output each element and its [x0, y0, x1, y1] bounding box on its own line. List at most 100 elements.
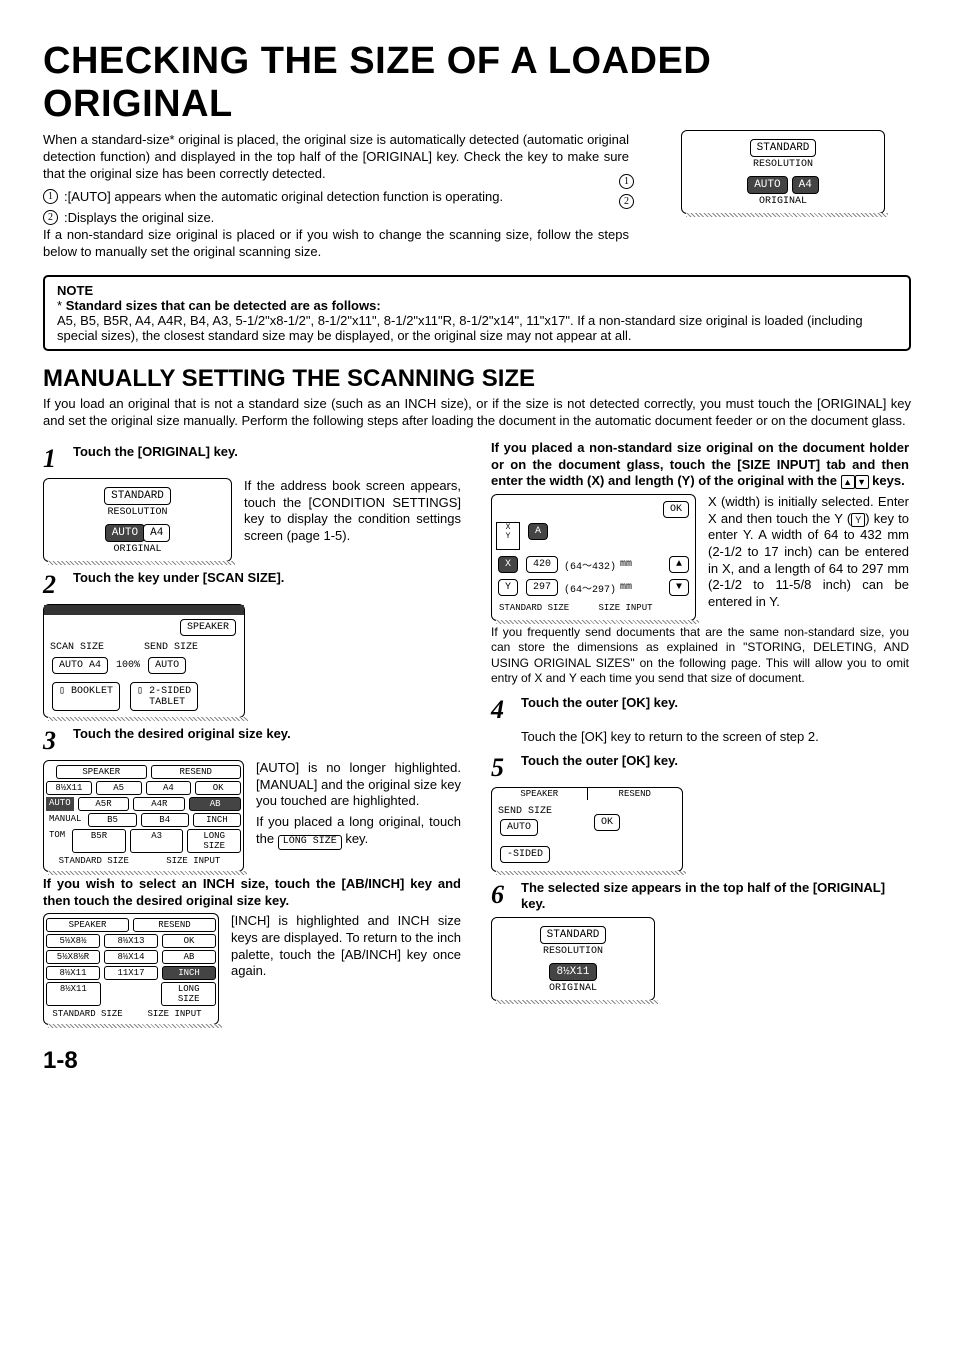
s3-inch[interactable]: INCH — [193, 813, 241, 827]
s3i-resend[interactable]: RESEND — [133, 918, 216, 932]
s5-speaker[interactable]: SPEAKER — [492, 788, 588, 800]
step-4-heading: Touch the outer [OK] key. — [521, 695, 909, 711]
s2-speaker-key[interactable]: SPEAKER — [180, 619, 236, 636]
size-input-heading-2: keys. — [869, 473, 905, 488]
s3-ab[interactable]: AB — [189, 797, 241, 811]
resolution-label: RESOLUTION — [688, 159, 878, 170]
s3-long[interactable]: LONG SIZE — [187, 829, 241, 853]
step-3-panel-ab: SPEAKERRESEND 8½X11A5A4OK AUTOA5RA4RAB M… — [43, 760, 244, 872]
s2-scan-label: SCAN SIZE — [50, 642, 104, 653]
s3i-2[interactable]: 8½X13 — [104, 934, 158, 948]
s3-b5[interactable]: B5 — [88, 813, 136, 827]
s3i-5[interactable]: 8½X11 — [46, 966, 100, 980]
s3-a5[interactable]: A5 — [96, 781, 142, 795]
si-ok[interactable]: OK — [663, 501, 689, 518]
s3i-speaker[interactable]: SPEAKER — [46, 918, 129, 932]
s2-sided-key[interactable]: ▯ 2-SIDED TABLET — [130, 682, 198, 711]
original-key-panel: STANDARD RESOLUTION AUTOA4 ORIGINAL — [681, 130, 885, 214]
s3-a4r[interactable]: A4R — [133, 797, 185, 811]
si-down[interactable]: ▼ — [669, 579, 689, 596]
s3i-7[interactable]: 8½X11 — [46, 982, 101, 1006]
callout-1: 1 — [43, 189, 58, 204]
step-5-number: 5 — [491, 753, 513, 783]
s1-standard-key[interactable]: STANDARD — [104, 487, 171, 505]
si-si-tab[interactable]: SIZE INPUT — [596, 602, 692, 614]
s3-b4[interactable]: B4 — [141, 813, 189, 827]
page-title: CHECKING THE SIZE OF A LOADED ORIGINAL — [43, 40, 911, 126]
step-2-number: 2 — [43, 570, 65, 600]
si-x-key[interactable]: X — [498, 556, 518, 573]
s3i-std-tab[interactable]: STANDARD SIZE — [46, 1008, 129, 1020]
s3-stdsize-tab[interactable]: STANDARD SIZE — [46, 855, 142, 867]
si-x-val: 420 — [526, 556, 558, 573]
s5-auto[interactable]: AUTO — [500, 819, 538, 836]
step-6-panel: STANDARD RESOLUTION 8½X11 ORIGINAL — [491, 917, 655, 1001]
s3-ok[interactable]: OK — [195, 781, 241, 795]
si-std-tab[interactable]: STANDARD SIZE — [496, 602, 592, 614]
pointer-2: 2 — [619, 194, 634, 209]
s2-booklet-key[interactable]: ▯ BOOKLET — [52, 682, 120, 711]
s3i-inch[interactable]: INCH — [162, 966, 216, 980]
s3i-si-tab[interactable]: SIZE INPUT — [133, 1008, 216, 1020]
page-number: 1-8 — [43, 1047, 911, 1075]
s3i-6[interactable]: 11X17 — [104, 966, 158, 980]
down-icon: ▼ — [855, 475, 869, 489]
s5-sided[interactable]: -SIDED — [500, 846, 550, 863]
step-3-heading: Touch the desired original size key. — [73, 726, 461, 742]
s3-k1[interactable]: 8½X11 — [46, 781, 92, 795]
standard-key[interactable]: STANDARD — [750, 139, 817, 157]
step-5-heading: Touch the outer [OK] key. — [521, 753, 909, 769]
si-up[interactable]: ▲ — [669, 556, 689, 573]
bullet-2-text: :Displays the original size. — [64, 210, 214, 225]
step-3-text-1: [AUTO] is no longer highlighted. [MANUAL… — [256, 760, 461, 810]
s5-send-label: SEND SIZE — [498, 806, 552, 817]
s3-resend[interactable]: RESEND — [151, 765, 242, 779]
step-4-text: Touch the [OK] key to return to the scre… — [521, 729, 909, 746]
s2-auto-r-key[interactable]: AUTO — [148, 657, 186, 674]
note-ast: * — [57, 298, 62, 313]
pointer-1: 1 — [619, 174, 634, 189]
y-key-icon: Y — [851, 513, 865, 527]
s3-manual: MANUAL — [46, 813, 84, 827]
s3i-1[interactable]: 5½X8½ — [46, 934, 100, 948]
s3-tom: TOM — [46, 829, 68, 853]
s6-size[interactable]: 8½X11 — [549, 963, 596, 981]
s3-b5r[interactable]: B5R — [72, 829, 126, 853]
a4-key[interactable]: A4 — [792, 176, 819, 194]
s3-a5r[interactable]: A5R — [78, 797, 130, 811]
step-3-text-3: [INCH] is highlighted and INCH size keys… — [231, 913, 461, 980]
s3i-ok[interactable]: OK — [162, 934, 216, 948]
s3i-ab[interactable]: AB — [162, 950, 216, 964]
s3-speaker[interactable]: SPEAKER — [56, 765, 147, 779]
si-y-val: 297 — [526, 579, 558, 596]
step-1-heading: Touch the [ORIGINAL] key. — [73, 444, 461, 460]
s3i-4[interactable]: 8½X14 — [104, 950, 158, 964]
auto-key[interactable]: AUTO — [747, 176, 787, 194]
s1-original-label: ORIGINAL — [50, 544, 225, 555]
si-ymm: mm — [620, 582, 632, 593]
step-3-number: 3 — [43, 726, 65, 756]
s1-a4-key[interactable]: A4 — [143, 524, 170, 542]
step-3-panel-inch: SPEAKER RESEND 5½X8½ 8½X13 OK 5½X8½R 8½X14 AB… — [43, 913, 219, 1025]
s2-send-label: SEND SIZE — [144, 642, 198, 653]
intro-paragraph-2: If a non-standard size original is place… — [43, 227, 629, 261]
s5-resend[interactable]: RESEND — [588, 788, 683, 800]
section-heading: MANUALLY SETTING THE SCANNING SIZE — [43, 365, 911, 393]
s3-a4[interactable]: A4 — [146, 781, 192, 795]
s3i-3[interactable]: 5½X8½R — [46, 950, 100, 964]
si-xrange: (64～432) — [564, 557, 616, 573]
bullet-1-text: :[AUTO] appears when the automatic origi… — [64, 189, 503, 204]
s2-auto-key[interactable]: AUTO A4 — [52, 657, 108, 674]
s6-res: RESOLUTION — [498, 946, 648, 957]
si-y-key[interactable]: Y — [498, 579, 518, 596]
s3-a3[interactable]: A3 — [130, 829, 184, 853]
size-input-freq: If you frequently send documents that ar… — [491, 625, 909, 686]
s5-ok[interactable]: OK — [594, 814, 620, 831]
s3i-long[interactable]: LONG SIZE — [161, 982, 216, 1006]
s3-sizeinput-tab[interactable]: SIZE INPUT — [146, 855, 242, 867]
si-xmm: mm — [620, 559, 632, 570]
s1-auto-key[interactable]: AUTO — [105, 524, 145, 542]
step-5-panel: SPEAKERRESEND SEND SIZE AUTO OK -SIDED — [491, 787, 683, 872]
s6-standard[interactable]: STANDARD — [540, 926, 607, 944]
size-input-panel: OK XY A X 420 (64～432)mm ▲ Y 297 (64～29 — [491, 494, 696, 621]
